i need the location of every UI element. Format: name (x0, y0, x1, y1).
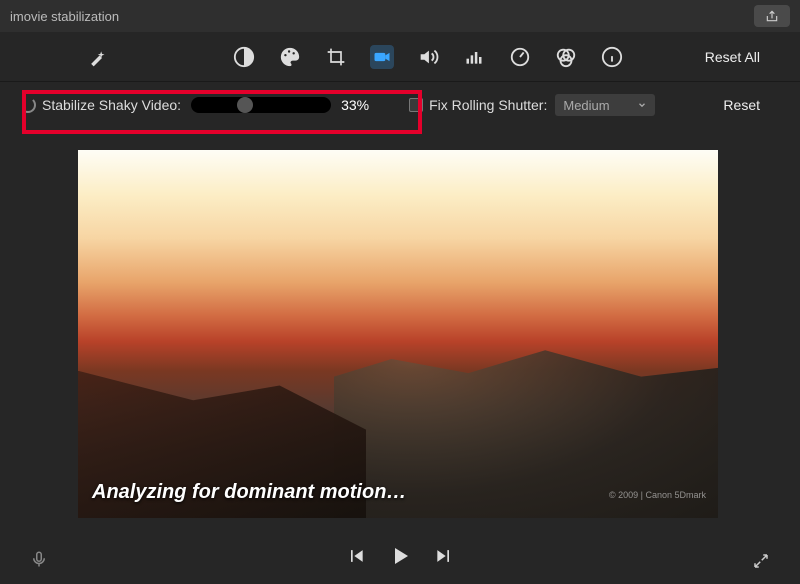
rolling-shutter-dropdown[interactable]: Medium (555, 94, 655, 116)
color-filters-icon[interactable] (554, 45, 578, 69)
stabilize-label: Stabilize Shaky Video: (42, 97, 181, 113)
info-icon[interactable] (600, 45, 624, 69)
inspector-toolbar: Reset All (0, 32, 800, 82)
skip-back-button[interactable] (344, 544, 368, 568)
clip-metadata: © 2009 | Canon 5Dmark (609, 490, 706, 500)
rolling-shutter-checkbox[interactable] (409, 98, 423, 112)
transport-controls (0, 528, 800, 584)
window-title: imovie stabilization (10, 9, 119, 24)
camera-stabilization-icon[interactable] (370, 45, 394, 69)
volume-icon[interactable] (416, 45, 440, 69)
reset-all-button[interactable]: Reset All (705, 49, 760, 65)
chevron-down-icon (637, 100, 647, 110)
reset-button[interactable]: Reset (723, 97, 760, 113)
crop-icon[interactable] (324, 45, 348, 69)
stabilize-percent: 33% (341, 97, 369, 113)
voiceover-mic-button[interactable] (30, 548, 48, 570)
color-balance-icon[interactable] (232, 45, 256, 69)
speed-gauge-icon[interactable] (508, 45, 532, 69)
color-palette-icon[interactable] (278, 45, 302, 69)
audio-levels-icon[interactable] (462, 45, 486, 69)
skip-forward-button[interactable] (432, 544, 456, 568)
processing-spinner-icon (20, 97, 36, 113)
analysis-status-text: Analyzing for dominant motion… (92, 481, 406, 504)
share-button[interactable] (754, 5, 790, 27)
stabilization-controls: Stabilize Shaky Video: 33% Fix Rolling S… (0, 82, 800, 128)
rolling-shutter-value: Medium (563, 98, 609, 113)
share-icon (765, 9, 779, 23)
stabilize-slider[interactable] (191, 97, 331, 113)
magic-wand-icon[interactable] (85, 46, 109, 70)
title-bar: imovie stabilization (0, 0, 800, 32)
rolling-shutter-label: Fix Rolling Shutter: (429, 97, 547, 113)
play-button[interactable] (388, 544, 412, 568)
video-preview[interactable]: Analyzing for dominant motion… © 2009 | … (78, 150, 718, 518)
fullscreen-button[interactable] (752, 552, 770, 570)
